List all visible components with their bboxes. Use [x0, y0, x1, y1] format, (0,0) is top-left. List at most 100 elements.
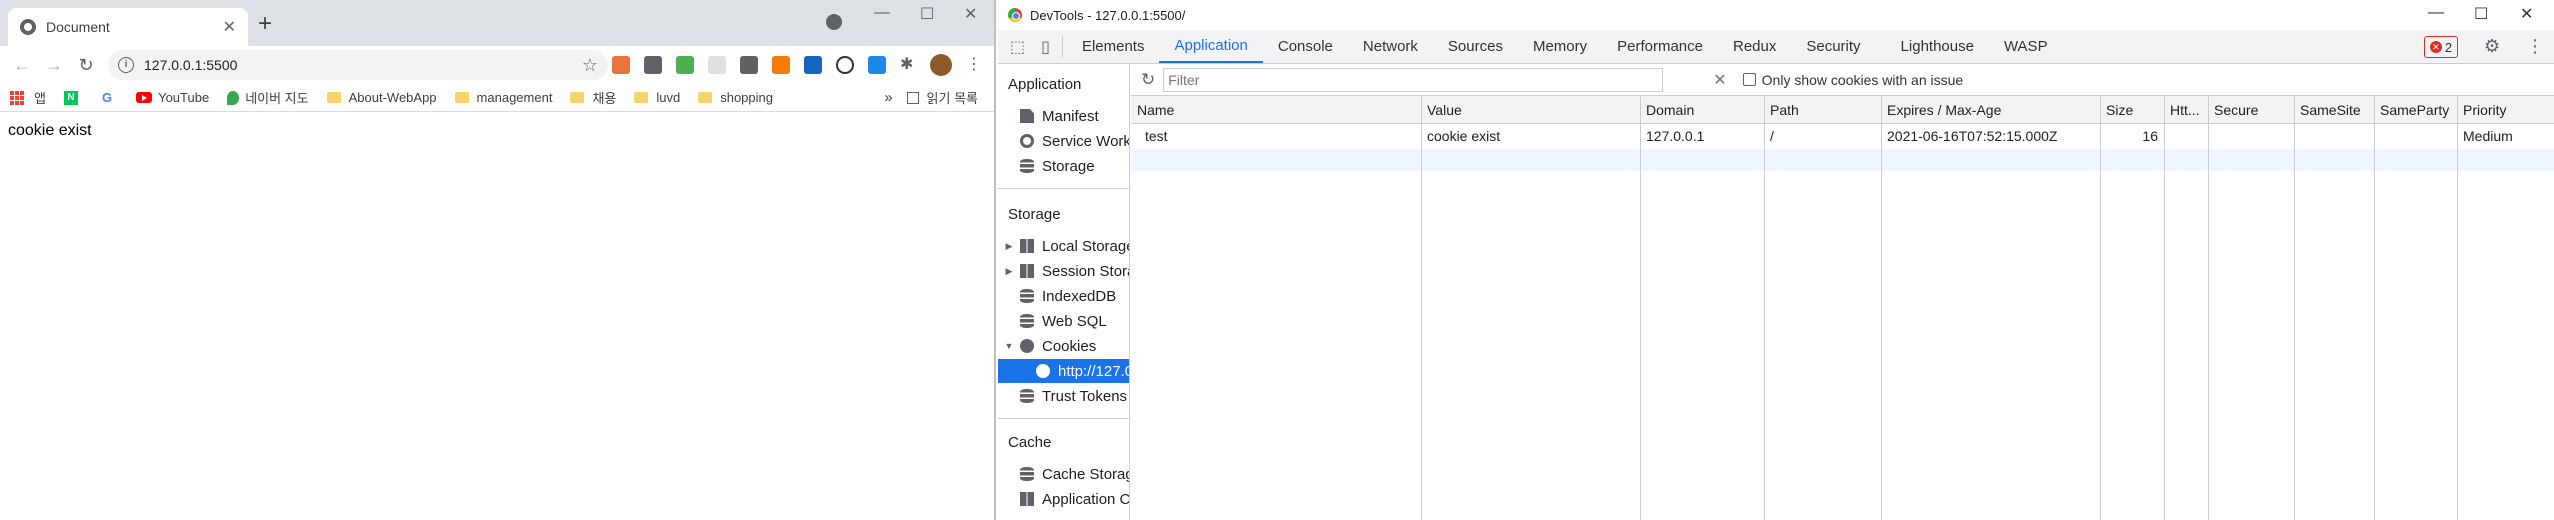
cookie-icon	[1036, 364, 1050, 378]
folder-icon	[698, 92, 713, 103]
new-tab-button[interactable]: +	[258, 12, 272, 36]
bookmark-star-icon[interactable]: ☆	[582, 55, 598, 76]
sidebar-item-indexeddb[interactable]: IndexedDB	[998, 284, 1129, 308]
column-header-expires[interactable]: Expires / Max-Age	[1881, 96, 2100, 124]
sidebar-item-cookies[interactable]: ▼ Cookies	[998, 334, 1129, 358]
column-header-size[interactable]: Size	[2100, 96, 2164, 124]
extension-icon[interactable]	[708, 56, 726, 74]
close-window-icon[interactable]: ✕	[964, 4, 977, 24]
url-text[interactable]: 127.0.0.1:5500	[144, 57, 582, 73]
extension-icon[interactable]	[836, 56, 854, 74]
info-icon[interactable]: i	[118, 57, 134, 73]
tab-separator	[1061, 36, 1063, 57]
sidebar-item-application-cache[interactable]: Application Cache	[998, 487, 1129, 511]
device-toolbar-icon[interactable]: ▯	[1033, 30, 1058, 63]
column-header-value[interactable]: Value	[1421, 96, 1640, 124]
tab-application[interactable]: Application	[1159, 30, 1263, 63]
cookie-filter-bar: ↻ Filter ✕ Only show cookies with an iss…	[1131, 64, 2554, 96]
avatar[interactable]	[930, 54, 952, 76]
bookmark-naver-map[interactable]: 네이버 지도	[227, 88, 309, 107]
column-header-sameparty[interactable]: SameParty	[2374, 96, 2457, 124]
tab-wasp[interactable]: WASP	[1989, 30, 2063, 63]
puzzle-icon[interactable]: ✱	[900, 56, 918, 74]
bookmark-management[interactable]: management	[454, 90, 552, 105]
column-header-name[interactable]: Name	[1131, 96, 1421, 124]
extension-icon[interactable]	[804, 56, 822, 74]
bookmark-google[interactable]: G	[102, 90, 118, 105]
tab-search-icon[interactable]	[826, 14, 842, 30]
extension-icon[interactable]	[644, 56, 662, 74]
sidebar-item-service-workers[interactable]: Service Workers	[998, 129, 1129, 153]
cookie-name: test	[1145, 128, 1168, 144]
more-options-icon[interactable]: ⋮	[2526, 36, 2544, 57]
forward-icon[interactable]: →	[38, 55, 70, 76]
bookmark-about-webapp[interactable]: About-WebApp	[326, 90, 437, 105]
extension-icon[interactable]	[676, 56, 694, 74]
error-count-badge[interactable]: ✕ 2	[2424, 36, 2458, 58]
bookmark-luvd[interactable]: luvd	[634, 90, 680, 105]
sidebar-item-cookie-origin[interactable]: http://127.0.0.1:5500	[998, 359, 1129, 383]
expand-triangle-icon[interactable]: ▶	[1004, 241, 1014, 252]
minimize-icon[interactable]: —	[874, 4, 890, 22]
bookmark-youtube[interactable]: YouTube	[136, 90, 209, 105]
clear-all-icon[interactable]: ✕	[1713, 70, 1726, 90]
tab-performance[interactable]: Performance	[1602, 30, 1718, 63]
table-row[interactable]: test cookie exist 127.0.0.1 / 2021-06-16…	[1131, 124, 2554, 149]
more-bookmarks-icon[interactable]: »	[884, 89, 892, 106]
column-header-domain[interactable]: Domain	[1640, 96, 1764, 124]
sidebar-item-storage[interactable]: Storage	[998, 154, 1129, 178]
bookmark-apps[interactable]: 앱	[10, 88, 46, 107]
maximize-icon[interactable]: ☐	[2474, 4, 2488, 24]
column-header-httponly[interactable]: Htt...	[2164, 96, 2208, 124]
menu-icon[interactable]: ⋮	[966, 56, 984, 74]
bookmark-shopping[interactable]: shopping	[698, 90, 773, 105]
bookmarks-bar: 앱 N G YouTube 네이버 지도 About-WebApp manage…	[0, 84, 994, 112]
rss-icon[interactable]	[772, 56, 790, 74]
reload-icon[interactable]: ↻	[70, 55, 102, 76]
globe-icon	[20, 19, 36, 35]
sidebar-item-trust-tokens[interactable]: Trust Tokens	[998, 384, 1129, 408]
column-header-samesite[interactable]: SameSite	[2294, 96, 2374, 124]
expand-triangle-icon[interactable]: ▶	[1004, 266, 1014, 277]
refresh-icon[interactable]: ↻	[1141, 70, 1155, 90]
extension-icon[interactable]	[740, 56, 758, 74]
inspect-element-icon[interactable]: ⬚	[998, 30, 1033, 63]
sidebar-item-cache-storage[interactable]: Cache Storage	[998, 462, 1129, 486]
extension-icon[interactable]	[612, 56, 630, 74]
reading-list-icon	[906, 91, 919, 104]
tab-security[interactable]: Security	[1791, 30, 1875, 63]
tab-sources[interactable]: Sources	[1433, 30, 1518, 63]
minimize-icon[interactable]: —	[2428, 4, 2444, 22]
sidebar-item-web-sql[interactable]: Web SQL	[998, 309, 1129, 333]
tab-redux[interactable]: Redux	[1718, 30, 1791, 63]
tab-document[interactable]: Document ✕	[8, 8, 248, 46]
maximize-icon[interactable]: ☐	[920, 4, 934, 24]
devtools-title-bar: DevTools - 127.0.0.1:5500/	[998, 0, 2554, 30]
cookie-samesite	[2294, 124, 2374, 149]
sidebar-item-local-storage[interactable]: ▶ Local Storage	[998, 234, 1129, 258]
column-header-path[interactable]: Path	[1764, 96, 1881, 124]
tab-console[interactable]: Console	[1263, 30, 1348, 63]
extension-icon[interactable]	[868, 56, 886, 74]
sidebar-item-manifest[interactable]: Manifest	[998, 104, 1129, 128]
bookmark-recruit[interactable]: 채용	[570, 88, 616, 107]
close-window-icon[interactable]: ✕	[2520, 4, 2533, 24]
column-header-priority[interactable]: Priority	[2457, 96, 2554, 124]
tab-elements[interactable]: Elements	[1067, 30, 1160, 63]
collapse-triangle-icon[interactable]: ▼	[1004, 341, 1014, 351]
tab-lighthouse[interactable]: Lighthouse	[1876, 30, 1989, 63]
back-icon[interactable]: ←	[6, 55, 38, 76]
settings-icon[interactable]: ⚙	[2484, 36, 2500, 57]
reading-list-button[interactable]: 읽기 목록	[906, 88, 978, 107]
tab-memory[interactable]: Memory	[1518, 30, 1602, 63]
address-bar[interactable]: i 127.0.0.1:5500 ☆	[108, 50, 608, 80]
close-tab-icon[interactable]: ✕	[223, 17, 236, 37]
bookmark-naver[interactable]: N	[63, 90, 84, 105]
filter-input[interactable]: Filter	[1163, 67, 1664, 92]
table-row-empty[interactable]	[1131, 149, 2554, 171]
column-header-secure[interactable]: Secure	[2208, 96, 2294, 124]
only-issue-checkbox[interactable]	[1742, 73, 1756, 86]
tab-network[interactable]: Network	[1348, 30, 1433, 63]
sidebar-item-session-storage[interactable]: ▶Session Storage	[998, 259, 1129, 283]
column-divider	[2374, 96, 2375, 520]
